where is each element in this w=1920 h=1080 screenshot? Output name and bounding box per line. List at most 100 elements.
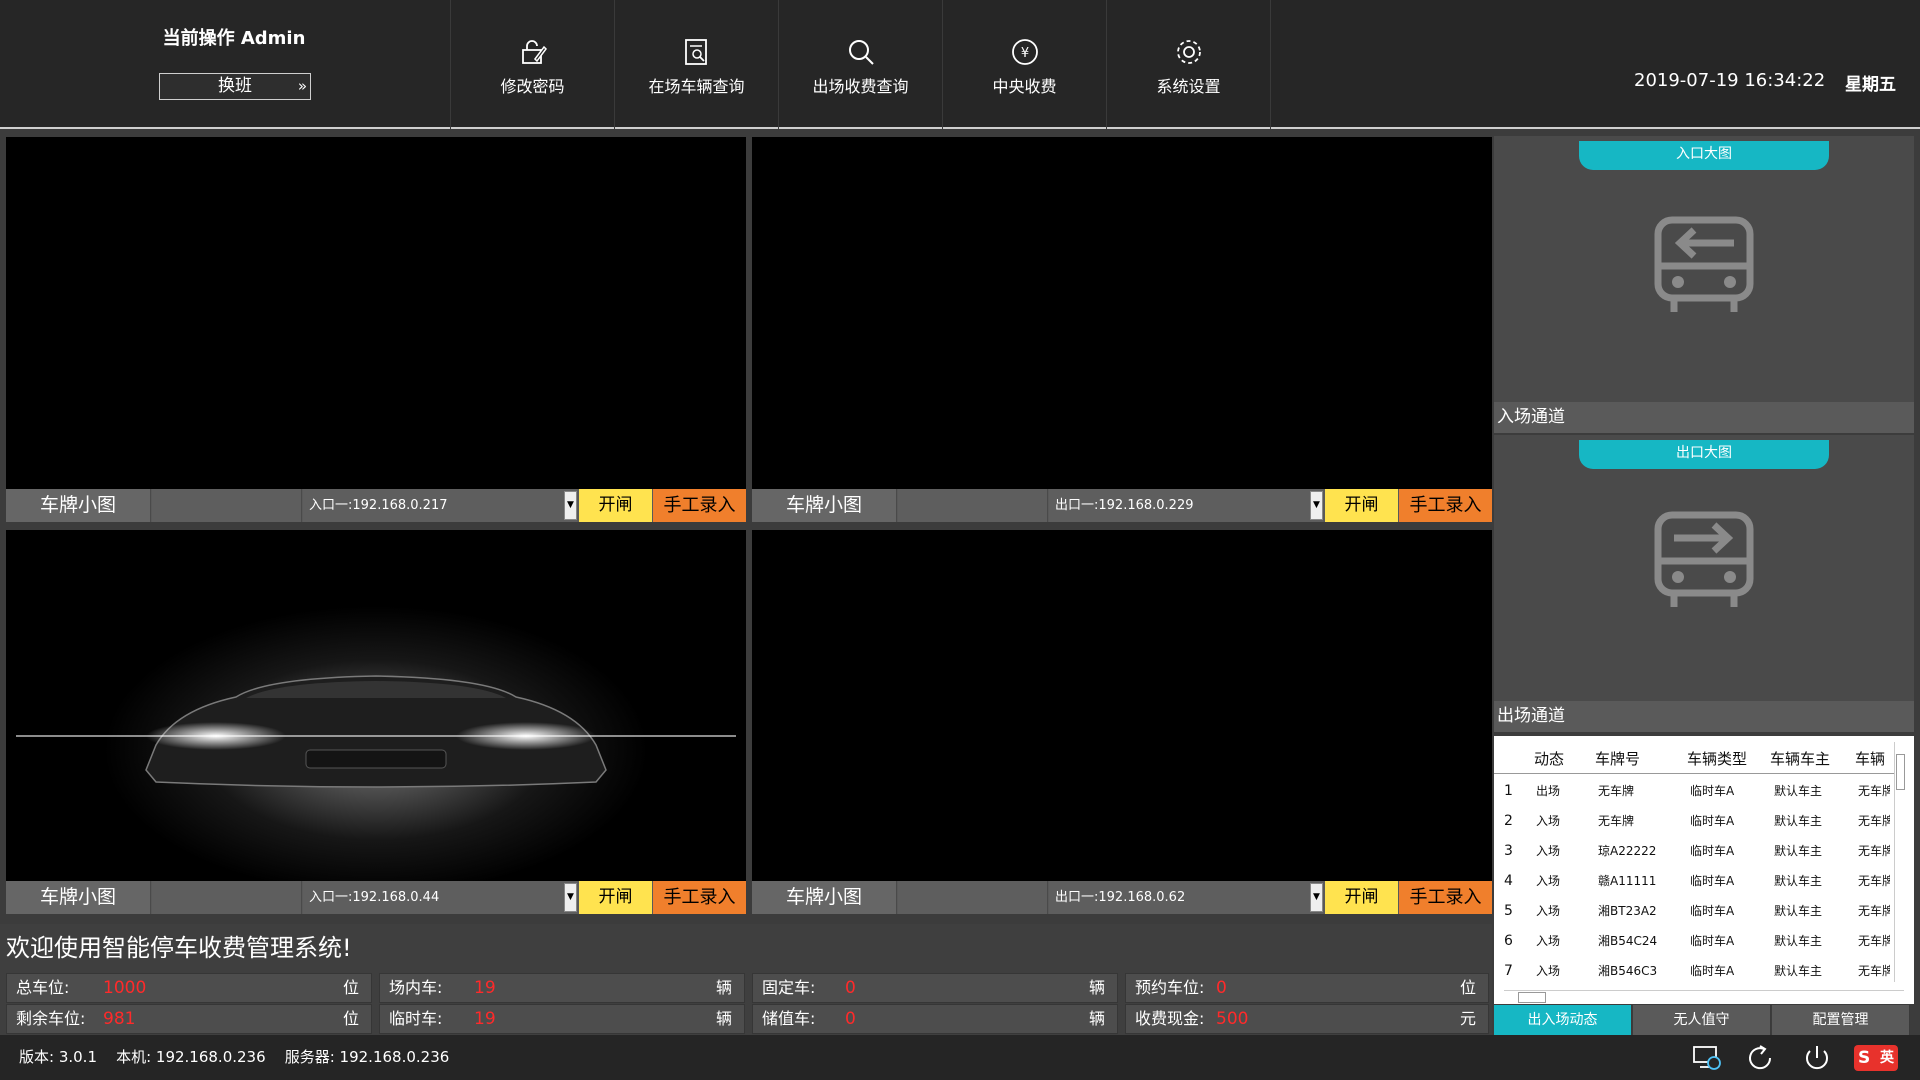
row-owner: 默认车主 bbox=[1774, 814, 1823, 828]
status-bar: 版本: 3.0.1 本机: 192.168.0.236 服务器: 192.168… bbox=[0, 1035, 1920, 1080]
lock-edit-icon bbox=[522, 40, 547, 64]
network-monitor-icon[interactable] bbox=[1692, 1044, 1722, 1072]
exit-channel-label: 出场通道 bbox=[1494, 701, 1914, 732]
stat-key: 场内车: bbox=[389, 978, 443, 997]
row-index: 6 bbox=[1504, 933, 1513, 949]
stat-cash-collected: 收费现金: 500 元 bbox=[1125, 1004, 1489, 1034]
refresh-icon[interactable] bbox=[1746, 1044, 1776, 1072]
tab-unattended[interactable]: 无人值守 bbox=[1633, 1005, 1771, 1035]
horizontal-scrollbar[interactable] bbox=[1504, 990, 1904, 1004]
nav-system-settings[interactable]: 系统设置 bbox=[1107, 0, 1271, 129]
dropdown-arrow-icon[interactable]: ▼ bbox=[1310, 491, 1323, 520]
stat-remaining-spaces: 剩余车位: 981 位 bbox=[6, 1004, 372, 1034]
dropdown-arrow-icon[interactable]: ▼ bbox=[564, 491, 577, 520]
table-row[interactable]: 3 入场 琼A22222 临时车A 默认车主 无车牌 bbox=[1494, 836, 1894, 866]
camera-select[interactable]: 入口一:192.168.0.44 ▼ bbox=[303, 881, 577, 914]
plate-thumb-label: 车牌小图 bbox=[6, 881, 151, 914]
camera-select[interactable]: 出口一:192.168.0.229 ▼ bbox=[1049, 489, 1323, 522]
camera-select[interactable]: 入口一:192.168.0.217 ▼ bbox=[303, 489, 577, 522]
dropdown-arrow-icon[interactable]: ▼ bbox=[1310, 883, 1323, 912]
manual-entry-button[interactable]: 手工录入 bbox=[653, 489, 746, 522]
stat-value: 981 bbox=[103, 1009, 136, 1029]
vertical-scrollbar[interactable] bbox=[1894, 742, 1906, 982]
tab-config[interactable]: 配置管理 bbox=[1772, 1005, 1910, 1035]
stat-value: 1000 bbox=[103, 978, 147, 998]
table-row[interactable]: 7 入场 湘B546C3 临时车A 默认车主 无车牌 bbox=[1494, 956, 1894, 986]
scroll-thumb[interactable] bbox=[1518, 992, 1546, 1003]
nav-central-charge-label: 中央收费 bbox=[992, 77, 1057, 96]
footer-icons: S 英 bbox=[1684, 1044, 1904, 1072]
exit-big-image-tab[interactable]: 出口大图 bbox=[1579, 440, 1829, 469]
open-gate-button[interactable]: 开闸 bbox=[1325, 881, 1398, 914]
stat-unit: 辆 bbox=[1088, 978, 1105, 997]
manual-entry-button[interactable]: 手工录入 bbox=[1399, 881, 1492, 914]
stat-key: 固定车: bbox=[762, 978, 816, 997]
entrance-big-image-tab[interactable]: 入口大图 bbox=[1579, 141, 1829, 170]
camera-bar: 车牌小图 入口一:192.168.0.44 ▼ 开闸 手工录入 bbox=[6, 881, 746, 914]
table-row[interactable]: 1 出场 无车牌 临时车A 默认车主 无车牌 bbox=[1494, 776, 1894, 806]
manual-entry-button[interactable]: 手工录入 bbox=[653, 881, 746, 914]
row-plate: 湘BT23A2 bbox=[1598, 904, 1657, 918]
manual-entry-button[interactable]: 手工录入 bbox=[1399, 489, 1492, 522]
nav-vehicle-query[interactable]: 在场车辆查询 bbox=[615, 0, 779, 129]
row-plate: 湘B546C3 bbox=[1598, 964, 1658, 978]
row-index: 5 bbox=[1504, 903, 1513, 919]
row-status: 入场 bbox=[1536, 814, 1561, 828]
stat-key: 临时车: bbox=[389, 1009, 443, 1028]
row-status: 入场 bbox=[1536, 934, 1561, 948]
yen-icon: ¥ bbox=[1012, 39, 1038, 65]
datetime: 2019-07-19 16:34:22 bbox=[1634, 70, 1826, 91]
row-owner: 默认车主 bbox=[1774, 784, 1823, 798]
nav-central-charge[interactable]: ¥ 中央收费 bbox=[943, 0, 1107, 129]
col-header-owner: 车辆车主 bbox=[1770, 750, 1831, 768]
table-row[interactable]: 6 入场 湘B54C24 临时车A 默认车主 无车牌 bbox=[1494, 926, 1894, 956]
parking-app: 当前操作 Admin 换班 » 修改密码 在场车辆查询 出场收费查询 ¥ 中央收… bbox=[0, 0, 1920, 1080]
row-type: 临时车A bbox=[1690, 904, 1735, 918]
stat-temp-cars: 临时车: 19 辆 bbox=[379, 1004, 745, 1034]
double-chevron-right-icon: » bbox=[297, 77, 307, 95]
row-type: 临时车A bbox=[1690, 814, 1735, 828]
plate-thumb bbox=[152, 881, 302, 914]
table-header: 动态 车牌号 车辆类型 车辆车主 车辆 bbox=[1494, 748, 1894, 774]
open-gate-button[interactable]: 开闸 bbox=[579, 881, 652, 914]
open-gate-button[interactable]: 开闸 bbox=[579, 489, 652, 522]
row-owner: 默认车主 bbox=[1774, 844, 1823, 858]
camera-panel-entrance-2: 车牌小图 入口一:192.168.0.44 ▼ 开闸 手工录入 bbox=[6, 530, 746, 924]
camera-select[interactable]: 出口一:192.168.0.62 ▼ bbox=[1049, 881, 1323, 914]
header: 当前操作 Admin 换班 » 修改密码 在场车辆查询 出场收费查询 ¥ 中央收… bbox=[0, 0, 1920, 129]
open-gate-button[interactable]: 开闸 bbox=[1325, 489, 1398, 522]
col-header-more: 车辆 bbox=[1855, 750, 1886, 768]
scroll-thumb[interactable] bbox=[1896, 754, 1905, 790]
nav-exit-fee-query-label: 出场收费查询 bbox=[812, 77, 909, 96]
row-plate: 湘B54C24 bbox=[1598, 934, 1658, 948]
row-extra: 无车牌 bbox=[1858, 904, 1890, 918]
table-row[interactable]: 2 入场 无车牌 临时车A 默认车主 无车牌 bbox=[1494, 806, 1894, 836]
stat-reserved-spaces: 预约车位: 0 位 bbox=[1125, 973, 1489, 1003]
dropdown-arrow-icon[interactable]: ▼ bbox=[564, 883, 577, 912]
version-text: 版本: 3.0.1 bbox=[19, 1048, 97, 1066]
power-icon[interactable] bbox=[1802, 1044, 1832, 1072]
table-row[interactable]: 5 入场 湘BT23A2 临时车A 默认车主 无车牌 bbox=[1494, 896, 1894, 926]
nav-exit-fee-query[interactable]: 出场收费查询 bbox=[779, 0, 943, 129]
row-status: 入场 bbox=[1536, 844, 1561, 858]
sogou-logo-icon: S bbox=[1858, 1048, 1871, 1068]
stats-panel: 总车位: 1000 位 场内车: 19 辆 固定车: 0 辆 预约车位: 0 位… bbox=[0, 973, 1492, 1035]
stat-value: 19 bbox=[474, 1009, 496, 1029]
entrance-big-image: 入口大图 bbox=[1494, 136, 1914, 402]
tab-activity[interactable]: 出入场动态 bbox=[1494, 1005, 1632, 1035]
plate-thumb bbox=[152, 489, 302, 522]
ime-indicator[interactable]: S 英 bbox=[1854, 1045, 1898, 1071]
nav-change-password[interactable]: 修改密码 bbox=[451, 0, 615, 129]
shift-button-label: 换班 bbox=[218, 76, 252, 96]
stat-unit: 辆 bbox=[715, 978, 732, 997]
stat-key: 收费现金: bbox=[1135, 1009, 1205, 1028]
camera-screen bbox=[6, 137, 746, 489]
camera-panel-exit-2: 车牌小图 出口一:192.168.0.62 ▼ 开闸 手工录入 bbox=[752, 530, 1492, 924]
col-header-status: 动态 bbox=[1534, 750, 1565, 768]
shift-button[interactable]: 换班 » bbox=[159, 73, 311, 100]
table-row[interactable]: 4 入场 赣A11111 临时车A 默认车主 无车牌 bbox=[1494, 866, 1894, 896]
stat-value: 0 bbox=[845, 1009, 856, 1029]
bus-exit-icon bbox=[1654, 511, 1754, 607]
camera-screen bbox=[752, 530, 1492, 882]
server-ip-text: 服务器: 192.168.0.236 bbox=[284, 1048, 450, 1066]
